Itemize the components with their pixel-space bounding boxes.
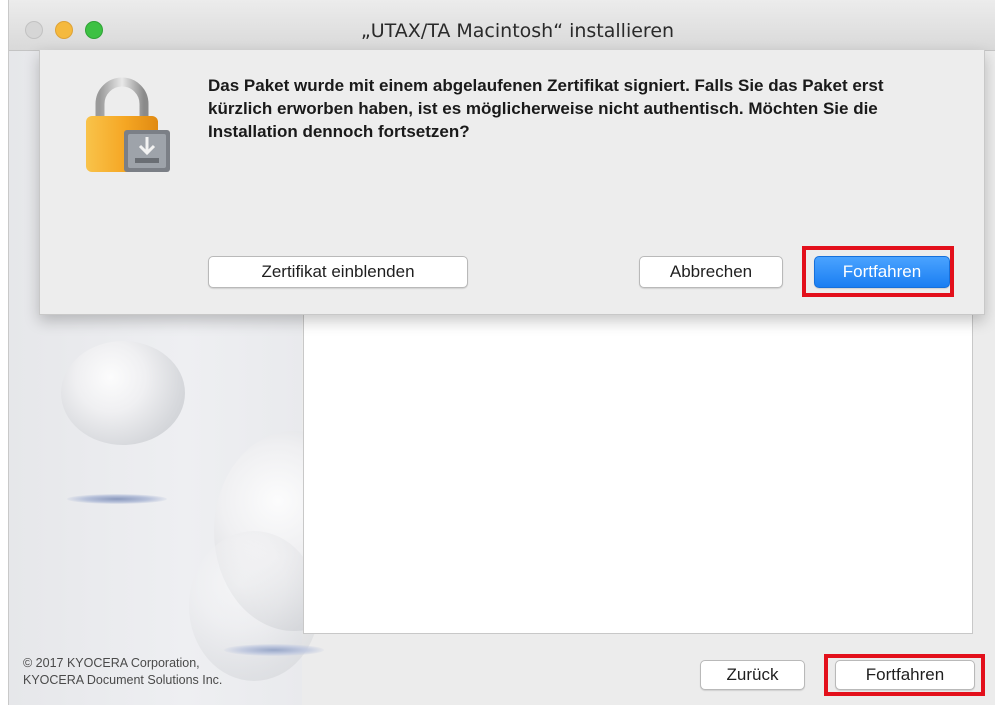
window-title: „UTAX/TA Macintosh“ installieren	[360, 20, 675, 42]
highlight-frame	[824, 654, 985, 696]
highlight-frame	[802, 246, 954, 297]
decorative-sphere-shadow	[67, 494, 167, 504]
cancel-button[interactable]: Abbrechen	[639, 256, 783, 288]
installer-window: „UTAX/TA Macintosh“ installieren © 2017 …	[8, 0, 995, 705]
warning-message: Das Paket wurde mit einem abgelaufenen Z…	[208, 76, 884, 141]
copyright-line: © 2017 KYOCERA Corporation,	[23, 656, 200, 670]
decorative-sphere	[61, 341, 185, 445]
show-certificate-button[interactable]: Zertifikat einblenden	[208, 256, 468, 288]
back-button[interactable]: Zurück	[700, 660, 805, 690]
decorative-sphere-shadow	[224, 644, 324, 656]
certificate-warning-sheet: Das Paket wurde mit einem abgelaufenen Z…	[39, 50, 985, 315]
copyright-line: KYOCERA Document Solutions Inc.	[23, 673, 223, 687]
copyright-text: © 2017 KYOCERA Corporation, KYOCERA Docu…	[23, 655, 222, 689]
lock-package-icon	[86, 77, 170, 172]
title-bar: „UTAX/TA Macintosh“ installieren	[9, 0, 995, 51]
